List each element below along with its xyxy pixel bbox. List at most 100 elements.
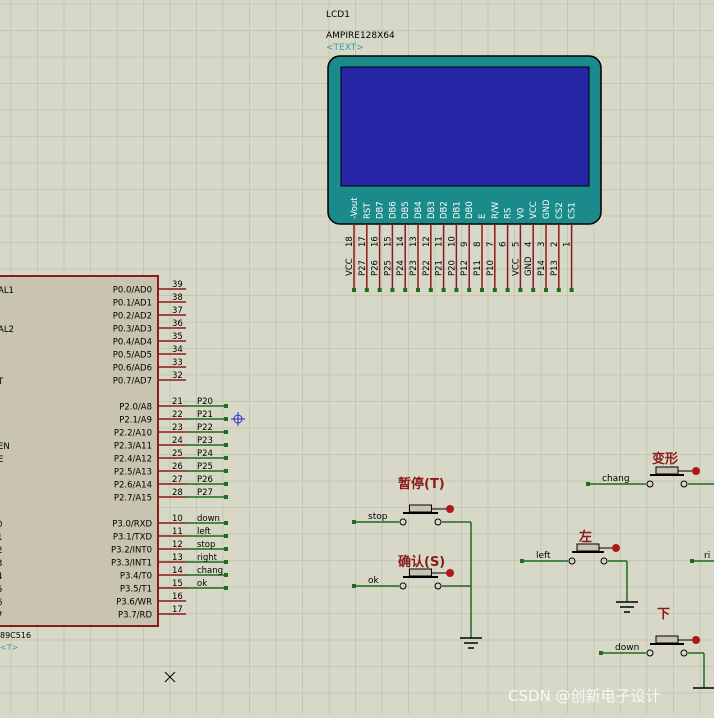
button-contact — [434, 518, 442, 526]
lcd-pin-terminal — [428, 288, 433, 292]
mcu-pin-name: P3.6/WR — [116, 598, 152, 608]
button-net-label: ok — [368, 576, 380, 586]
button-contact — [399, 518, 407, 526]
lcd-ref-label: LCD1 — [326, 10, 350, 20]
mcu-net-terminal — [224, 560, 228, 564]
mcu-pin-name: P0.4/AD4 — [113, 338, 152, 348]
button-terminal — [690, 559, 694, 563]
lcd-pin-name: VCC — [529, 201, 539, 219]
mcu-pin-name: P2.2/A10 — [114, 429, 152, 439]
lcd-pin-net-label: P12 — [460, 260, 470, 276]
lcd-pin-number: 14 — [396, 236, 406, 247]
button-net-label: stop — [368, 512, 388, 522]
mcu-net-terminal — [224, 443, 228, 447]
mcu-pin-name: P3.1/TXD — [113, 533, 153, 543]
lcd-pin-name: DB5 — [401, 201, 411, 219]
mcu-net-terminal — [224, 534, 228, 538]
lcd-pin-number: 18 — [345, 236, 355, 247]
button-label: 下 — [657, 607, 670, 622]
schematic-canvas[interactable]: LCD1 AMPIRE128X64 <TEXT> -Vout 18 VCC RST 17… — [0, 0, 714, 714]
mcu-pin-number: 12 — [172, 540, 183, 550]
mcu-pin-name: P2.3/A11 — [114, 442, 152, 452]
mcu-pin-name: P3.3/INT1 — [111, 559, 152, 569]
button-cap — [576, 543, 600, 552]
mcu-pin-name: P2.7/A15 — [114, 494, 152, 504]
lcd-pin-net-label: P10 — [486, 260, 496, 276]
lcd-pin-name: DB6 — [388, 201, 398, 219]
mcu-chip[interactable]: AL1AL2TENE01234567P0.0/AD039P0.1/AD138P0… — [0, 275, 228, 652]
mcu-pin-name: P0.7/AD7 — [113, 377, 152, 387]
lcd-pin-net-label: P20 — [447, 260, 457, 276]
lcd-pin-terminal — [416, 288, 420, 292]
lcd-pin-net-label: P22 — [422, 260, 432, 276]
mcu-left-pin-label: 1 — [0, 533, 2, 543]
lcd-pin-terminal — [364, 288, 369, 292]
button-label: 暂停(T) — [398, 476, 445, 492]
lcd-pin-number: 12 — [422, 236, 432, 247]
lcd-pin-number: 2 — [550, 242, 560, 247]
mcu-pin-name: P2.6/A14 — [114, 481, 152, 491]
lcd-pin-net-label: P21 — [435, 260, 445, 276]
mcu-left-pin-label: 0 — [0, 520, 2, 530]
mcu-pin-number: 39 — [172, 280, 183, 290]
lcd-pin-terminal — [467, 288, 472, 292]
morph-button[interactable]: chang 变形 — [586, 451, 714, 488]
mcu-pin-number: 17 — [172, 605, 183, 615]
mcu-pin-number: 23 — [172, 423, 183, 433]
lcd-pin-name: DB7 — [376, 201, 386, 219]
lcd-screen — [340, 66, 590, 187]
lcd-pin-terminal — [544, 288, 548, 292]
mcu-pin-number: 11 — [172, 527, 183, 537]
button-terminal — [352, 520, 356, 524]
pause-button[interactable]: stop 暂停(T) — [352, 476, 471, 526]
button-cap — [655, 635, 679, 644]
lcd-pin-number: 9 — [460, 242, 470, 247]
confirm-button[interactable]: ok 确认(S) — [352, 554, 471, 590]
lcd-module[interactable]: LCD1 AMPIRE128X64 <TEXT> -Vout18VCCRST17… — [326, 10, 602, 292]
mcu-left-pin-label: AL1 — [0, 286, 14, 296]
button-label: 确认(S) — [398, 554, 445, 570]
mcu-net-terminal — [224, 495, 228, 499]
lcd-pin-net-label: P14 — [537, 260, 547, 276]
button-terminal — [352, 584, 356, 588]
button-terminal — [599, 651, 603, 655]
lcd-pin-net-label: P11 — [473, 260, 483, 276]
lcd-pin-terminal — [505, 288, 510, 292]
button-contact — [399, 582, 407, 590]
lcd-pin-net-label: VCC — [345, 258, 355, 276]
lcd-pin-number: 13 — [409, 236, 419, 247]
mcu-pin-name: P3.4/T0 — [120, 572, 152, 582]
mcu-text-tag: <T> — [0, 643, 18, 652]
schematic-svg: LCD1 AMPIRE128X64 <TEXT> -Vout18VCCRST17… — [0, 0, 714, 714]
mcu-left-pin-label: 7 — [0, 611, 2, 621]
lcd-pin-terminal — [556, 288, 561, 292]
lcd-pin-number: 3 — [537, 242, 547, 247]
down-button[interactable]: down 下 — [599, 607, 704, 657]
mcu-net-label: P25 — [197, 462, 213, 472]
button-net-label: down — [615, 643, 639, 653]
mcu-pin-number: 34 — [172, 345, 183, 355]
button-net-label: left — [536, 551, 551, 561]
button-contact — [646, 649, 654, 657]
mcu-net-label: stop — [197, 540, 215, 550]
lcd-pin-number: 7 — [486, 242, 496, 247]
mcu-pin-number: 14 — [172, 566, 183, 576]
push-buttons[interactable]: stop 暂停(T) ok 确认(S) chang 变形 left 左 down 下 ri — [352, 451, 714, 689]
mcu-pin-name: P0.6/AD6 — [113, 364, 152, 374]
mcu-pin-name: P3.0/RXD — [112, 520, 152, 530]
mcu-left-pin-label: AL2 — [0, 325, 14, 335]
mcu-net-label: P26 — [197, 475, 213, 485]
button-cap — [409, 568, 432, 577]
lcd-pin-terminal — [569, 288, 574, 292]
lcd-pin-terminal — [454, 288, 459, 292]
mcu-pin-name: P3.5/T1 — [120, 585, 152, 595]
lcd-pin-net-label: P27 — [358, 260, 368, 276]
lcd-pin-net-label: VCC — [511, 258, 521, 276]
button-terminal — [586, 482, 590, 486]
lcd-pin-terminal — [531, 288, 536, 292]
lcd-pin-terminal — [390, 288, 395, 292]
lcd-text-tag: <TEXT> — [326, 43, 364, 53]
mcu-left-pin-label: EN — [0, 442, 10, 452]
mcu-pin-number: 16 — [172, 592, 183, 602]
lcd-pin-number: 4 — [524, 242, 534, 247]
